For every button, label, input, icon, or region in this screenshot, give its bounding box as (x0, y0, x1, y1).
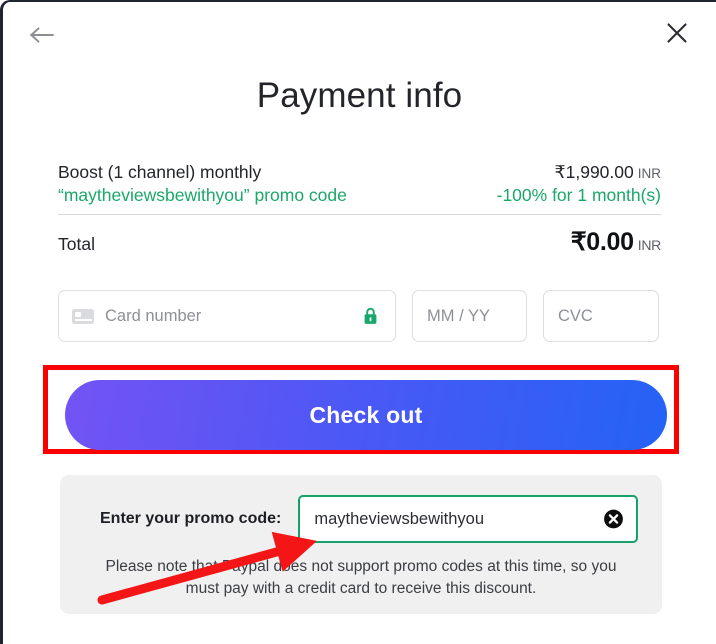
promo-code-panel: Enter your promo code: maytheviewsbewith… (60, 475, 662, 614)
card-number-placeholder: Card number (105, 306, 202, 325)
checkout-highlight-box: Check out (43, 365, 679, 454)
modal-topbar (3, 2, 716, 64)
promo-input-label: Enter your promo code: (100, 510, 282, 527)
plan-label: Boost (1 channel) monthly (58, 162, 262, 182)
summary-divider (58, 214, 661, 215)
arrow-left-icon (30, 27, 54, 43)
promo-code-label: “maytheviewsbewithyou” promo code (58, 185, 347, 205)
expiry-field[interactable]: MM / YY (412, 290, 527, 342)
total-currency: INR (637, 237, 662, 253)
summary-row-plan: Boost (1 channel) monthly ₹1,990.00 INR (58, 161, 661, 184)
close-button[interactable] (660, 16, 694, 50)
lock-icon (364, 307, 377, 324)
plan-amount-value: ₹1,990.00 (554, 162, 634, 182)
promo-code-value: maytheviewsbewithyou (314, 509, 485, 528)
page-title: Payment info (256, 76, 463, 115)
summary-row-total: Total ₹0.00 INR (58, 226, 661, 258)
plan-amount: ₹1,990.00 INR (554, 162, 661, 183)
promo-code-input[interactable]: maytheviewsbewithyou (298, 495, 638, 543)
promo-note-text: Please note that Paypal does not support… (105, 558, 617, 598)
cvc-field[interactable]: CVC (543, 290, 659, 342)
close-icon (667, 23, 687, 43)
promo-input-row: Enter your promo code: maytheviewsbewith… (60, 475, 662, 543)
cvc-placeholder: CVC (558, 306, 593, 325)
check-out-button[interactable]: Check out (65, 380, 667, 450)
summary-row-promo: “maytheviewsbewithyou” promo code -100% … (58, 184, 661, 207)
promo-discount-amount: -100% for 1 month(s) (496, 185, 661, 205)
plan-currency: INR (637, 166, 661, 181)
back-button[interactable] (25, 20, 59, 50)
payment-modal: Payment info Boost (1 channel) monthly ₹… (0, 0, 716, 644)
clear-circle-icon[interactable] (603, 509, 624, 530)
total-amount: ₹0.00 INR (570, 227, 662, 257)
total-label: Total (58, 234, 95, 254)
payment-fields: Card number MM / YY CVC (58, 290, 661, 342)
total-amount-value: ₹0.00 (570, 228, 634, 256)
expiry-placeholder: MM / YY (427, 306, 490, 325)
credit-card-icon (72, 308, 94, 324)
order-summary: Boost (1 channel) monthly ₹1,990.00 INR “… (58, 161, 661, 258)
card-number-field[interactable]: Card number (58, 290, 396, 342)
